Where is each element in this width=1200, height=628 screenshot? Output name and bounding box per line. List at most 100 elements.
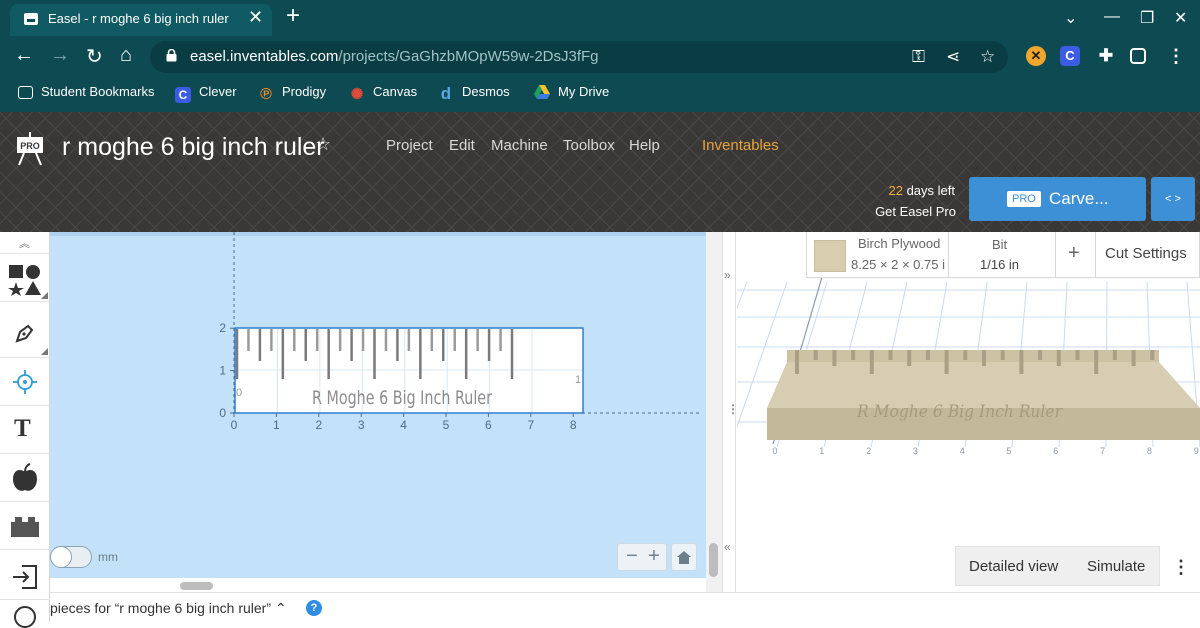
preview-notch xyxy=(1094,350,1099,374)
tab-favicon-icon xyxy=(24,13,38,25)
cut-settings-button[interactable]: Cut Settings xyxy=(1105,245,1187,262)
bit-value[interactable]: 1/16 in xyxy=(980,257,1019,272)
tab-close-icon[interactable]: ✕ xyxy=(248,7,263,28)
zoom-out-button[interactable]: − xyxy=(622,544,642,568)
expand-right-icon[interactable]: » xyxy=(724,268,731,282)
zoom-home-button[interactable] xyxy=(671,543,697,571)
side-panel-icon[interactable] xyxy=(1130,48,1146,64)
home-icon[interactable]: ⌂ xyxy=(120,44,132,67)
design-canvas[interactable]: R Moghe 6 Big Inch Ruler 0 1 012 0123456… xyxy=(50,232,706,578)
x-axis-tick-label: 5 xyxy=(443,418,450,432)
separator xyxy=(1095,232,1096,278)
workpieces-bar[interactable]: pieces for “r moghe 6 big inch ruler” ⌃ … xyxy=(50,592,1200,622)
x-axis-tick-label: 1 xyxy=(273,418,280,432)
menu-project[interactable]: Project xyxy=(386,137,433,154)
panel-divider[interactable]: » ⋮ « xyxy=(722,232,739,592)
share-icon[interactable]: ⋖ xyxy=(946,47,960,67)
toolbar-bottom-item[interactable] xyxy=(0,600,50,628)
y-axis-ticks: 0 1 2 xyxy=(219,321,234,420)
forward-icon[interactable]: → xyxy=(50,44,70,67)
preview-notch xyxy=(963,350,968,360)
favorite-star-icon[interactable]: ☆ xyxy=(315,134,331,155)
preview-notch xyxy=(1000,350,1005,360)
bookmark-student-bookmarks[interactable]: Student Bookmarks xyxy=(18,84,154,104)
days-left-text: days left xyxy=(902,183,955,198)
vertical-scroll-thumb[interactable] xyxy=(709,543,718,577)
material-name[interactable]: Birch Plywood xyxy=(858,236,940,251)
browser-tab[interactable]: Easel - r moghe 6 big inch ruler ✕ xyxy=(10,4,272,36)
ruler-end-number: 1 xyxy=(575,374,581,386)
tab-search-icon[interactable]: ⌄ xyxy=(1064,8,1077,28)
detailed-view-button[interactable]: Detailed view xyxy=(969,558,1058,575)
pen-tool[interactable] xyxy=(0,310,50,358)
apps-tool[interactable] xyxy=(0,502,50,550)
bookmark-prodigy[interactable]: ℗ Prodigy xyxy=(258,84,326,104)
menu-edit[interactable]: Edit xyxy=(449,137,475,154)
address-bar[interactable]: easel.inventables.com/projects/GaGhzbMOp… xyxy=(150,41,1008,73)
desmos-icon: d xyxy=(440,84,452,103)
preview-view-bar: Detailed view Simulate xyxy=(955,546,1160,586)
ruler-engraved-text[interactable]: R Moghe 6 Big Inch Ruler xyxy=(312,387,492,409)
carve-button[interactable]: PRO Carve... xyxy=(969,177,1146,221)
horizontal-scroll-thumb[interactable] xyxy=(180,582,213,590)
bookmark-my-drive[interactable]: My Drive xyxy=(534,84,609,104)
zoom-in-button[interactable]: + xyxy=(644,544,664,568)
minimize-icon[interactable]: — xyxy=(1104,8,1120,26)
bookmark-star-icon[interactable]: ☆ xyxy=(980,47,995,67)
menu-machine[interactable]: Machine xyxy=(491,137,548,154)
shapes-icon xyxy=(8,265,41,296)
preview-notch xyxy=(982,350,986,366)
simulate-button[interactable]: Simulate xyxy=(1087,558,1145,575)
help-icon[interactable]: ? xyxy=(306,600,322,616)
x-axis-ticks: 0 1 2 3 4 5 6 7 8 xyxy=(231,413,577,432)
new-tab-button[interactable]: + xyxy=(286,2,300,30)
window-close-icon[interactable]: ✕ xyxy=(1174,8,1187,28)
material-dimensions[interactable]: 8.25 × 2 × 0.75 in xyxy=(851,257,945,272)
bookmark-clever[interactable]: C Clever xyxy=(175,84,237,104)
shapes-tool[interactable] xyxy=(0,254,50,302)
workpieces-label[interactable]: pieces for “r moghe 6 big inch ruler” ⌃ xyxy=(50,600,287,617)
menu-help[interactable]: Help xyxy=(629,137,660,154)
preview-x-tick-label: 0 xyxy=(772,446,777,456)
carve-preview-3d[interactable]: R Moghe 6 Big Inch Ruler 0 1 2 3 4 5 6 7 8 9 xyxy=(737,232,1200,592)
target-tool[interactable] xyxy=(0,358,50,406)
preview-drawing: R Moghe 6 Big Inch Ruler 0 1 2 3 4 5 6 7 8 9 xyxy=(737,276,1200,456)
x-axis-tick-label: 8 xyxy=(570,418,577,432)
crosshair-icon xyxy=(13,370,37,394)
extension-1-icon[interactable]: ✕ xyxy=(1026,46,1046,66)
bookmark-label: Student Bookmarks xyxy=(41,84,155,99)
clever-extension-icon[interactable]: C xyxy=(1060,46,1080,66)
key-icon[interactable]: ⚿ xyxy=(912,47,925,67)
reload-icon[interactable]: ↻ xyxy=(86,44,103,69)
toolbar-collapse[interactable]: ︽ xyxy=(0,232,50,254)
preview-notch xyxy=(925,350,930,360)
bookmark-canvas[interactable]: ✺ Canvas xyxy=(349,84,417,104)
back-icon[interactable]: ← xyxy=(14,44,34,67)
get-easel-pro-link[interactable]: Get Easel Pro xyxy=(850,204,956,219)
add-bit-button[interactable]: + xyxy=(1068,242,1080,265)
project-title[interactable]: r moghe 6 big inch ruler xyxy=(62,133,325,162)
extensions-puzzle-icon[interactable]: ✚ xyxy=(1096,46,1116,66)
restore-icon[interactable]: ❐ xyxy=(1140,8,1154,28)
fullscreen-expand-icon[interactable]: < > xyxy=(1151,177,1195,221)
icon-library-tool[interactable] xyxy=(0,454,50,502)
text-tool[interactable]: T xyxy=(0,406,50,454)
clever-icon: C xyxy=(175,87,191,103)
canvas-vertical-scrollbar[interactable] xyxy=(706,232,722,592)
bookmark-label: Canvas xyxy=(373,84,418,99)
menu-inventables[interactable]: Inventables xyxy=(702,137,779,154)
pen-icon xyxy=(15,324,34,343)
separator xyxy=(948,232,949,278)
browser-menu-icon[interactable]: ⋮ xyxy=(1166,46,1186,66)
folder-icon xyxy=(18,86,33,99)
menu-toolbox[interactable]: Toolbox xyxy=(563,137,615,154)
import-tool[interactable] xyxy=(0,554,50,600)
easel-pro-logo-icon[interactable]: PRO xyxy=(16,132,44,166)
preview-x-tick-label: 9 xyxy=(1194,446,1199,456)
expand-left-icon[interactable]: « xyxy=(724,540,731,554)
unit-toggle-switch[interactable] xyxy=(50,546,92,568)
preview-notch xyxy=(851,350,856,360)
material-swatch[interactable] xyxy=(814,240,846,272)
preview-more-icon[interactable]: ⋮ xyxy=(1172,557,1190,578)
bookmark-desmos[interactable]: d Desmos xyxy=(438,84,510,104)
